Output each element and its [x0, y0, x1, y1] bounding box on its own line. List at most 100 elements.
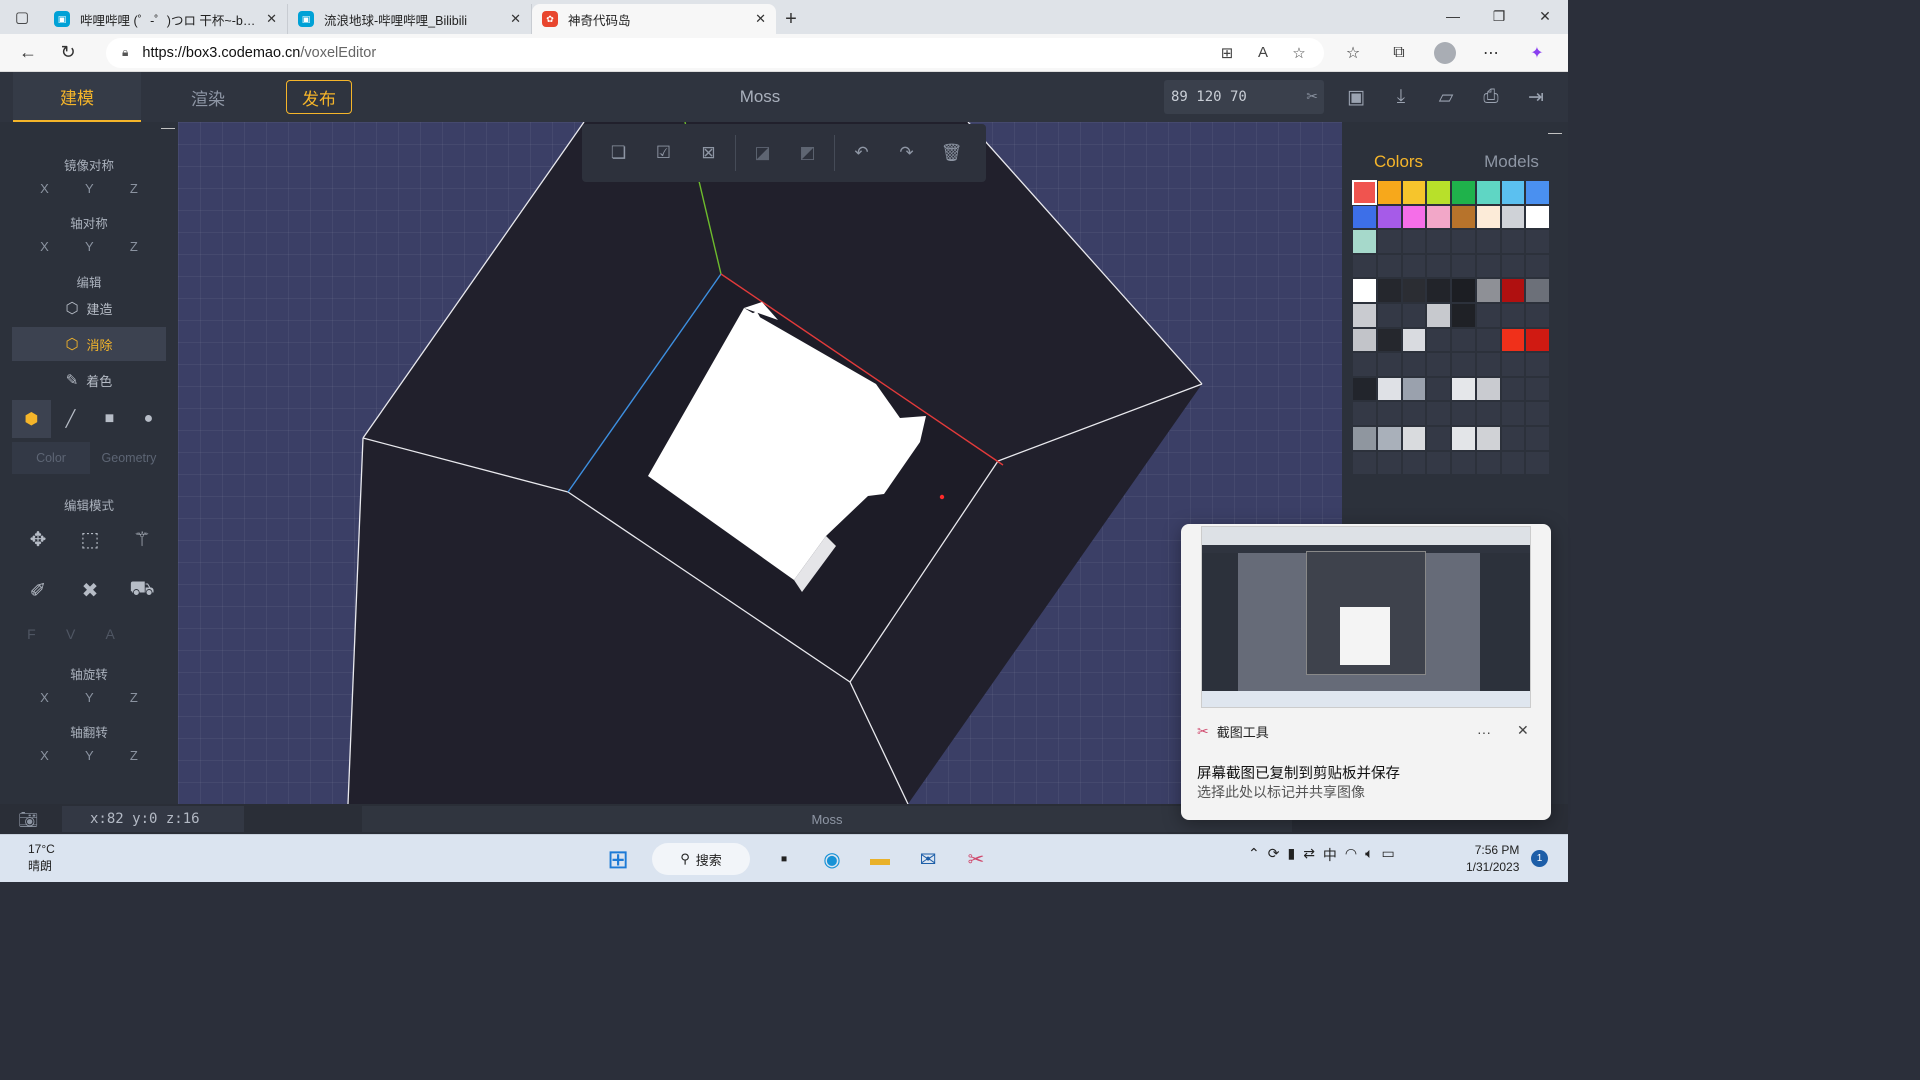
subtract-icon[interactable]: ◩: [785, 143, 830, 163]
color-swatch[interactable]: [1376, 450, 1402, 476]
scene-canvas[interactable]: [178, 122, 1342, 804]
tab-render[interactable]: 渲染: [150, 72, 266, 122]
task-view-icon[interactable]: ▪: [764, 839, 804, 879]
add-favorite-icon[interactable]: ☆: [1284, 38, 1314, 68]
download-icon[interactable]: ⤓: [1385, 86, 1417, 108]
undo-icon[interactable]: ↶: [839, 143, 884, 163]
color-swatch[interactable]: [1500, 204, 1526, 230]
color-swatch[interactable]: [1376, 327, 1402, 353]
mirror-x-button[interactable]: X: [40, 181, 49, 196]
open-folder-icon[interactable]: ▱: [1430, 86, 1462, 109]
chevron-up-icon[interactable]: ⌃: [1248, 845, 1260, 865]
color-swatch[interactable]: [1451, 229, 1476, 254]
rotate-y-button[interactable]: Y: [85, 690, 94, 705]
color-swatch[interactable]: [1525, 302, 1550, 328]
color-swatch[interactable]: [1376, 253, 1402, 279]
color-swatch[interactable]: [1401, 278, 1427, 303]
windows-start-icon[interactable]: ⊞: [598, 839, 638, 879]
mirror-z-button[interactable]: Z: [130, 181, 138, 196]
axis-sym-y-button[interactable]: Y: [85, 239, 94, 254]
color-swatch[interactable]: [1352, 425, 1377, 451]
file-explorer-icon[interactable]: ▬: [860, 839, 900, 879]
copilot-icon[interactable]: ✦: [1516, 38, 1558, 68]
flip-y-button[interactable]: Y: [85, 748, 94, 763]
deselect-icon[interactable]: ⊠: [686, 143, 731, 163]
color-swatch[interactable]: [1525, 450, 1550, 476]
face-option[interactable]: F: [27, 626, 36, 642]
select-box-icon[interactable]: ⬚: [70, 519, 110, 559]
color-swatch[interactable]: [1475, 450, 1501, 476]
color-swatch[interactable]: [1426, 278, 1451, 303]
browser-tab-1[interactable]: ▣ 哔哩哔哩 (゜-゜)つロ 干杯~-bilibili ✕: [44, 4, 288, 34]
battery-icon[interactable]: ▭: [1382, 845, 1395, 865]
collapse-panel-icon[interactable]: —: [1548, 124, 1562, 140]
color-swatch[interactable]: [1451, 376, 1476, 402]
color-swatch[interactable]: [1426, 204, 1451, 230]
color-swatch[interactable]: [1401, 180, 1427, 205]
screenshot-thumbnail[interactable]: [1201, 526, 1531, 708]
color-swatch[interactable]: [1376, 229, 1402, 254]
color-swatch[interactable]: [1525, 376, 1550, 402]
restore-icon[interactable]: ❐: [1476, 0, 1522, 32]
clock[interactable]: 7:56 PM 1/31/2023: [1466, 842, 1519, 876]
color-swatch[interactable]: [1475, 253, 1501, 279]
color-swatch[interactable]: [1352, 401, 1377, 426]
color-swatch[interactable]: [1451, 278, 1476, 303]
tab-colors[interactable]: Colors: [1342, 152, 1455, 172]
color-swatch[interactable]: [1426, 450, 1451, 476]
color-swatch[interactable]: [1376, 401, 1402, 426]
tab-color[interactable]: Color: [12, 442, 90, 474]
color-swatch[interactable]: [1376, 376, 1402, 402]
color-swatch[interactable]: [1401, 327, 1427, 353]
redo-icon[interactable]: ↷: [884, 143, 929, 163]
browser-tab-3[interactable]: ✿ 神奇代码岛 ✕: [532, 4, 776, 34]
color-swatch[interactable]: [1376, 278, 1402, 303]
vertex-option[interactable]: V: [66, 626, 75, 642]
color-swatch[interactable]: [1525, 229, 1550, 254]
color-swatch[interactable]: [1401, 376, 1427, 402]
edge-icon[interactable]: ◉: [812, 839, 852, 879]
color-swatch[interactable]: [1500, 450, 1526, 476]
color-swatch[interactable]: [1451, 450, 1476, 476]
print-icon[interactable]: ⎙: [1475, 86, 1507, 108]
flip-z-button[interactable]: Z: [130, 748, 138, 763]
color-swatch[interactable]: [1426, 253, 1451, 279]
color-swatch[interactable]: [1352, 302, 1377, 328]
color-swatch[interactable]: [1352, 253, 1377, 279]
color-swatch[interactable]: [1376, 425, 1402, 451]
move-icon[interactable]: ✥: [18, 519, 58, 559]
back-icon[interactable]: ←: [8, 34, 48, 72]
taskbar-search[interactable]: ⚲ 搜索: [652, 843, 750, 875]
color-swatch[interactable]: [1401, 253, 1427, 279]
axis-sym-x-button[interactable]: X: [40, 239, 49, 254]
color-swatch[interactable]: [1500, 253, 1526, 279]
volume-icon[interactable]: 🔈︎: [1365, 845, 1373, 865]
settings-sliders-icon[interactable]: ⇄: [1303, 845, 1315, 865]
close-tab-icon[interactable]: ✕: [510, 11, 521, 27]
tab-build[interactable]: 建模: [13, 72, 141, 122]
color-swatch[interactable]: [1426, 425, 1451, 451]
axis-sym-z-button[interactable]: Z: [130, 239, 138, 254]
sphere-icon[interactable]: ●: [129, 400, 168, 438]
weather-widget[interactable]: 17°C 晴朗: [28, 841, 55, 875]
close-tab-icon[interactable]: ✕: [266, 11, 277, 27]
color-swatch[interactable]: [1401, 425, 1427, 451]
color-swatch[interactable]: [1426, 229, 1451, 254]
color-swatch[interactable]: [1525, 204, 1550, 230]
minimize-icon[interactable]: —: [1430, 0, 1476, 32]
color-swatch[interactable]: [1451, 253, 1476, 279]
color-swatch[interactable]: [1401, 302, 1427, 328]
url-field[interactable]: 🔒︎ https://box3.codemao.cn/voxelEditor ⊞…: [106, 37, 1324, 68]
audio-meter-icon[interactable]: ▮: [1287, 845, 1295, 865]
color-swatch[interactable]: [1451, 401, 1476, 426]
refresh-icon[interactable]: ↻: [48, 34, 88, 72]
build-tool-button[interactable]: ⬡ 建造: [12, 291, 166, 325]
read-aloud-icon[interactable]: A: [1248, 38, 1278, 68]
color-swatch[interactable]: [1376, 204, 1402, 230]
rotate-x-button[interactable]: X: [40, 690, 49, 705]
color-swatch[interactable]: [1376, 302, 1402, 328]
color-swatch[interactable]: [1376, 180, 1402, 205]
color-swatch[interactable]: [1475, 352, 1501, 377]
color-swatch[interactable]: [1352, 327, 1377, 353]
snip-notification[interactable]: ✂ 截图工具 ··· ✕ 屏幕截图已复制到剪贴板并保存 选择此处以标记并共享图像: [1181, 524, 1551, 820]
